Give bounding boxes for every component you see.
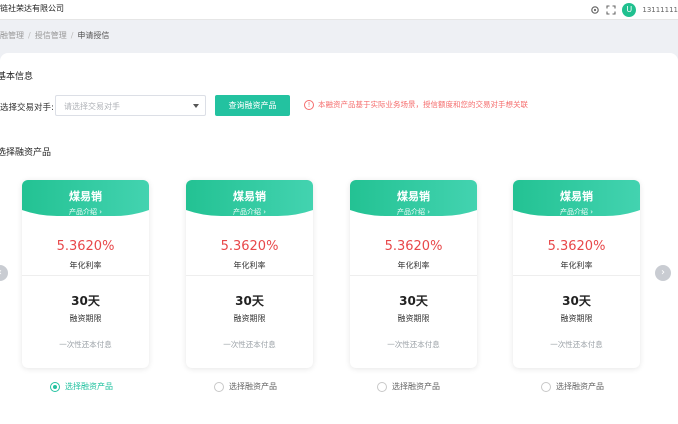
breadcrumb-separator: / [28, 31, 31, 40]
breadcrumb-separator: / [70, 31, 74, 40]
annual-rate-value: 5.3620% [384, 239, 443, 254]
card-divider [350, 275, 477, 276]
fullscreen-icon[interactable] [606, 5, 616, 15]
annual-rate-value: 5.3620% [547, 239, 606, 254]
product-intro-link[interactable]: 产品介绍 › [186, 207, 313, 217]
card-header: 煤易销 产品介绍 › [350, 180, 477, 222]
query-products-button[interactable]: 查询融资产品 [215, 95, 290, 116]
annual-rate-label: 年化利率 [397, 261, 430, 270]
top-right-tools: U 13111111 [590, 2, 678, 18]
breadcrumb-item-apply: 申请授信 [77, 31, 110, 40]
card-header: 煤易销 产品介绍 › [22, 180, 149, 222]
gear-icon[interactable] [590, 5, 600, 15]
term-value: 30天 [399, 294, 428, 308]
product-card[interactable]: 煤易销 产品介绍 › 5.3620% 年化利率 30天 融资期限 一次性还本付息 [513, 180, 640, 368]
annual-rate-value: 5.3620% [220, 239, 279, 254]
product-name: 煤易销 [560, 190, 593, 203]
product-card[interactable]: 煤易销 产品介绍 › 5.3620% 年化利率 30天 融资期限 一次性还本付息 [22, 180, 149, 368]
radio-label: 选择融资产品 [229, 382, 277, 391]
product-section-title: 选择融资产品 [0, 148, 52, 158]
term-label: 融资期限 [69, 314, 102, 323]
annual-rate-label: 年化利率 [69, 261, 102, 270]
top-bar: 链社荣达有限公司 U 13111111 [0, 0, 678, 20]
repayment-method: 一次性还本付息 [387, 340, 440, 349]
counterparty-select[interactable]: 请选择交易对手 [55, 95, 206, 116]
carousel-prev-button[interactable]: ‹ [0, 265, 8, 281]
main-panel: 基本信息 选择交易对手: 请选择交易对手 查询融资产品 ! 本融资产品基于实际业… [0, 53, 678, 424]
product-radio-option[interactable]: 选择融资产品 [541, 381, 604, 392]
company-name: 链社荣达有限公司 [0, 4, 64, 13]
product-radio-option[interactable]: 选择融资产品 [377, 381, 440, 392]
card-header: 煤易销 产品介绍 › [186, 180, 313, 222]
radio-button[interactable] [377, 381, 387, 392]
product-intro-link[interactable]: 产品介绍 › [350, 207, 477, 217]
breadcrumb-item-finance[interactable]: 融管理 [0, 31, 24, 40]
term-value: 30天 [235, 294, 264, 308]
product-name: 煤易销 [397, 190, 430, 203]
radio-label: 选择融资产品 [392, 382, 440, 391]
radio-label: 选择融资产品 [556, 382, 604, 391]
term-label: 融资期限 [233, 314, 266, 323]
term-label: 融资期限 [560, 314, 593, 323]
term-value: 30天 [562, 294, 591, 308]
product-radio-option[interactable]: 选择融资产品 [50, 381, 113, 392]
breadcrumb: 融管理 / 授信管理 / 申请授信 [0, 30, 109, 41]
tip-text: 本融资产品基于实际业务场景，授信额度和您的交易对手想关联 [318, 100, 528, 109]
term-label: 融资期限 [397, 314, 430, 323]
avatar[interactable]: U [622, 3, 637, 17]
radio-button[interactable] [214, 381, 224, 392]
radio-button[interactable] [541, 381, 551, 392]
annual-rate-value: 5.3620% [56, 239, 115, 254]
repayment-method: 一次性还本付息 [59, 340, 112, 349]
repayment-method: 一次性还本付息 [550, 340, 603, 349]
tip-message: ! 本融资产品基于实际业务场景，授信额度和您的交易对手想关联 [304, 99, 528, 110]
product-intro-link[interactable]: 产品介绍 › [22, 207, 149, 217]
term-value: 30天 [71, 294, 100, 308]
annual-rate-label: 年化利率 [233, 261, 266, 270]
product-name: 煤易销 [233, 190, 266, 203]
product-intro-link[interactable]: 产品介绍 › [513, 207, 640, 217]
product-radio-option[interactable]: 选择融资产品 [214, 381, 277, 392]
counterparty-placeholder: 请选择交易对手 [64, 102, 120, 111]
chevron-down-icon [193, 104, 199, 108]
info-icon: ! [304, 99, 314, 110]
product-name: 煤易销 [69, 190, 102, 203]
repayment-method: 一次性还本付息 [223, 340, 276, 349]
carousel-next-button[interactable]: › [655, 265, 671, 281]
card-divider [186, 275, 313, 276]
annual-rate-label: 年化利率 [560, 261, 593, 270]
card-divider [22, 275, 149, 276]
counterparty-label: 选择交易对手: [0, 103, 54, 113]
card-divider [513, 275, 640, 276]
breadcrumb-item-credit[interactable]: 授信管理 [35, 31, 67, 40]
product-card[interactable]: 煤易销 产品介绍 › 5.3620% 年化利率 30天 融资期限 一次性还本付息 [186, 180, 313, 368]
product-card[interactable]: 煤易销 产品介绍 › 5.3620% 年化利率 30天 融资期限 一次性还本付息 [350, 180, 477, 368]
radio-label: 选择融资产品 [65, 382, 113, 391]
basic-info-title: 基本信息 [0, 72, 34, 82]
radio-button[interactable] [50, 381, 60, 392]
user-phone[interactable]: 13111111 [642, 6, 678, 14]
card-header: 煤易销 产品介绍 › [513, 180, 640, 222]
